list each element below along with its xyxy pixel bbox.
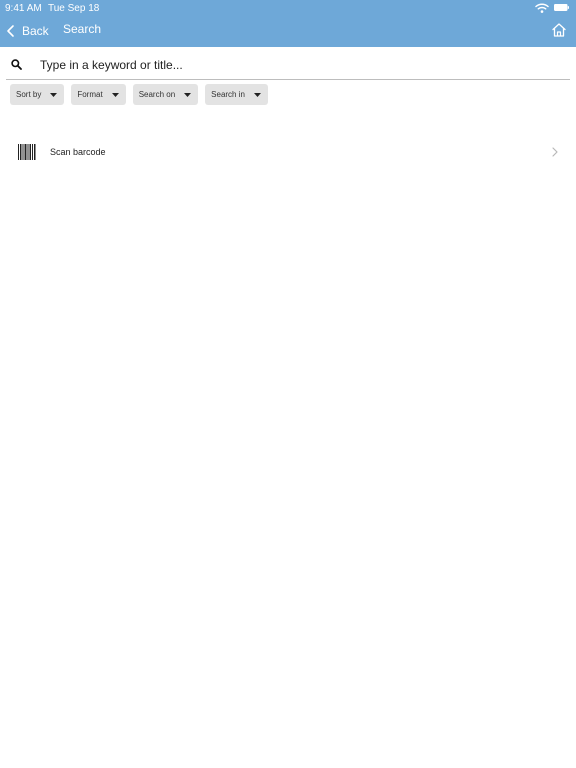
status-time: 9:41 AM	[5, 3, 42, 14]
sort-by-dropdown[interactable]: Sort by	[10, 84, 65, 105]
page-title: Search	[63, 22, 102, 36]
search-screen: 9:41 AM Tue Sep 18 Back Search Type in a…	[0, 0, 576, 768]
chevron-right-icon	[552, 147, 558, 157]
caret-down-icon	[184, 92, 192, 97]
home-icon[interactable]	[551, 22, 567, 38]
status-bar: 9:41 AM Tue Sep 18	[0, 0, 576, 15]
barcode-icon	[18, 144, 36, 160]
search-bar	[6, 52, 570, 80]
search-on-dropdown[interactable]: Search on	[132, 84, 199, 105]
scan-barcode-row[interactable]: Scan barcode	[0, 140, 576, 166]
search-on-label: Search on	[138, 90, 176, 99]
format-label: Format	[77, 90, 103, 99]
format-dropdown[interactable]: Format	[71, 84, 126, 105]
status-date: Tue Sep 18	[48, 3, 100, 14]
chevron-left-icon	[7, 25, 14, 37]
wifi-icon	[535, 3, 549, 13]
caret-down-icon	[253, 92, 261, 97]
search-in-dropdown[interactable]: Search in	[205, 84, 268, 105]
search-in-label: Search in	[211, 90, 245, 99]
nav-bar: Back Search	[0, 15, 576, 47]
caret-down-icon	[50, 92, 58, 97]
caret-down-icon	[111, 92, 119, 97]
filter-bar: Sort by Format Search on Search in	[10, 84, 268, 105]
app-header: 9:41 AM Tue Sep 18 Back Search	[0, 0, 576, 47]
back-button[interactable]: Back	[6, 21, 49, 41]
battery-icon	[554, 4, 569, 11]
search-input[interactable]	[40, 55, 560, 75]
scan-barcode-label: Scan barcode	[50, 147, 106, 157]
sort-by-label: Sort by	[16, 90, 42, 99]
search-icon	[11, 59, 22, 70]
back-label: Back	[22, 24, 49, 38]
